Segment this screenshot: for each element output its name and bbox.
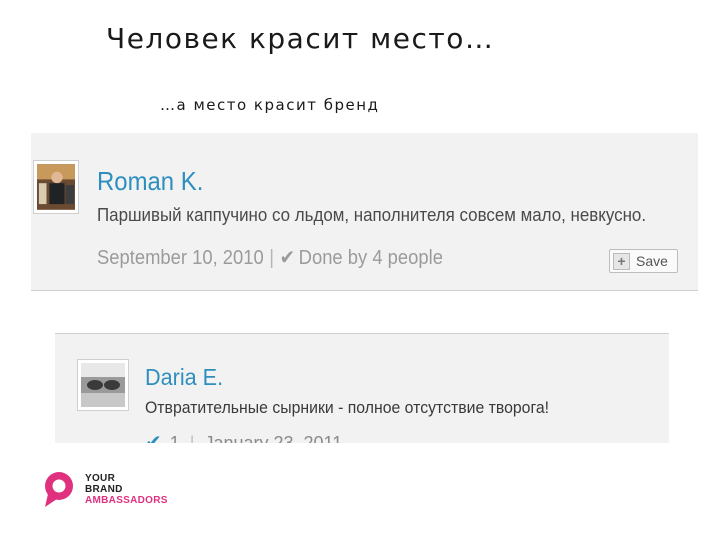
brand-logo: YOUR BRAND AMBASSADORS bbox=[42, 470, 168, 508]
check-icon: ✔ bbox=[279, 247, 296, 269]
separator: | bbox=[189, 433, 195, 443]
save-button[interactable]: + Save bbox=[609, 249, 678, 273]
review-date: September 10, 2010 bbox=[97, 247, 264, 269]
review-text: Паршивый каппучино со льдом, наполнителя… bbox=[97, 205, 647, 225]
review-card: Daria E. Отвратительные сырники - полное… bbox=[55, 333, 669, 443]
user-photo-icon bbox=[37, 164, 75, 210]
reviewer-name[interactable]: Roman K. bbox=[97, 166, 203, 197]
check-icon[interactable]: ✔ bbox=[145, 432, 162, 443]
done-by-count[interactable]: Done by 4 people bbox=[299, 247, 443, 269]
avatar[interactable] bbox=[77, 359, 129, 411]
done-count: 1 bbox=[169, 433, 180, 443]
logo-line-ambassadors: AMBASSADORS bbox=[85, 494, 168, 506]
user-photo-icon bbox=[81, 363, 125, 407]
slide-title: Человек красит место… bbox=[106, 22, 495, 55]
separator: | bbox=[269, 247, 275, 269]
plus-icon: + bbox=[613, 252, 630, 270]
avatar[interactable] bbox=[33, 160, 79, 214]
logo-line-your: YOUR bbox=[85, 472, 116, 484]
slide-subtitle: …а место красит бренд bbox=[160, 96, 380, 114]
reviewer-name[interactable]: Daria E. bbox=[145, 364, 223, 391]
logo-line-brand: BRAND bbox=[85, 483, 123, 495]
brand-logo-text: YOUR BRAND AMBASSADORS bbox=[85, 473, 168, 506]
brand-logo-icon bbox=[45, 472, 73, 507]
review-text: Отвратительные сырники - полное отсутств… bbox=[145, 398, 550, 417]
review-meta: September 10, 2010 | ✔ Done by 4 people bbox=[97, 245, 443, 270]
save-button-label: Save bbox=[636, 253, 668, 269]
review-date: January 23, 2011 bbox=[204, 433, 343, 443]
review-meta: ✔ 1 | January 23, 2011 bbox=[145, 430, 342, 443]
